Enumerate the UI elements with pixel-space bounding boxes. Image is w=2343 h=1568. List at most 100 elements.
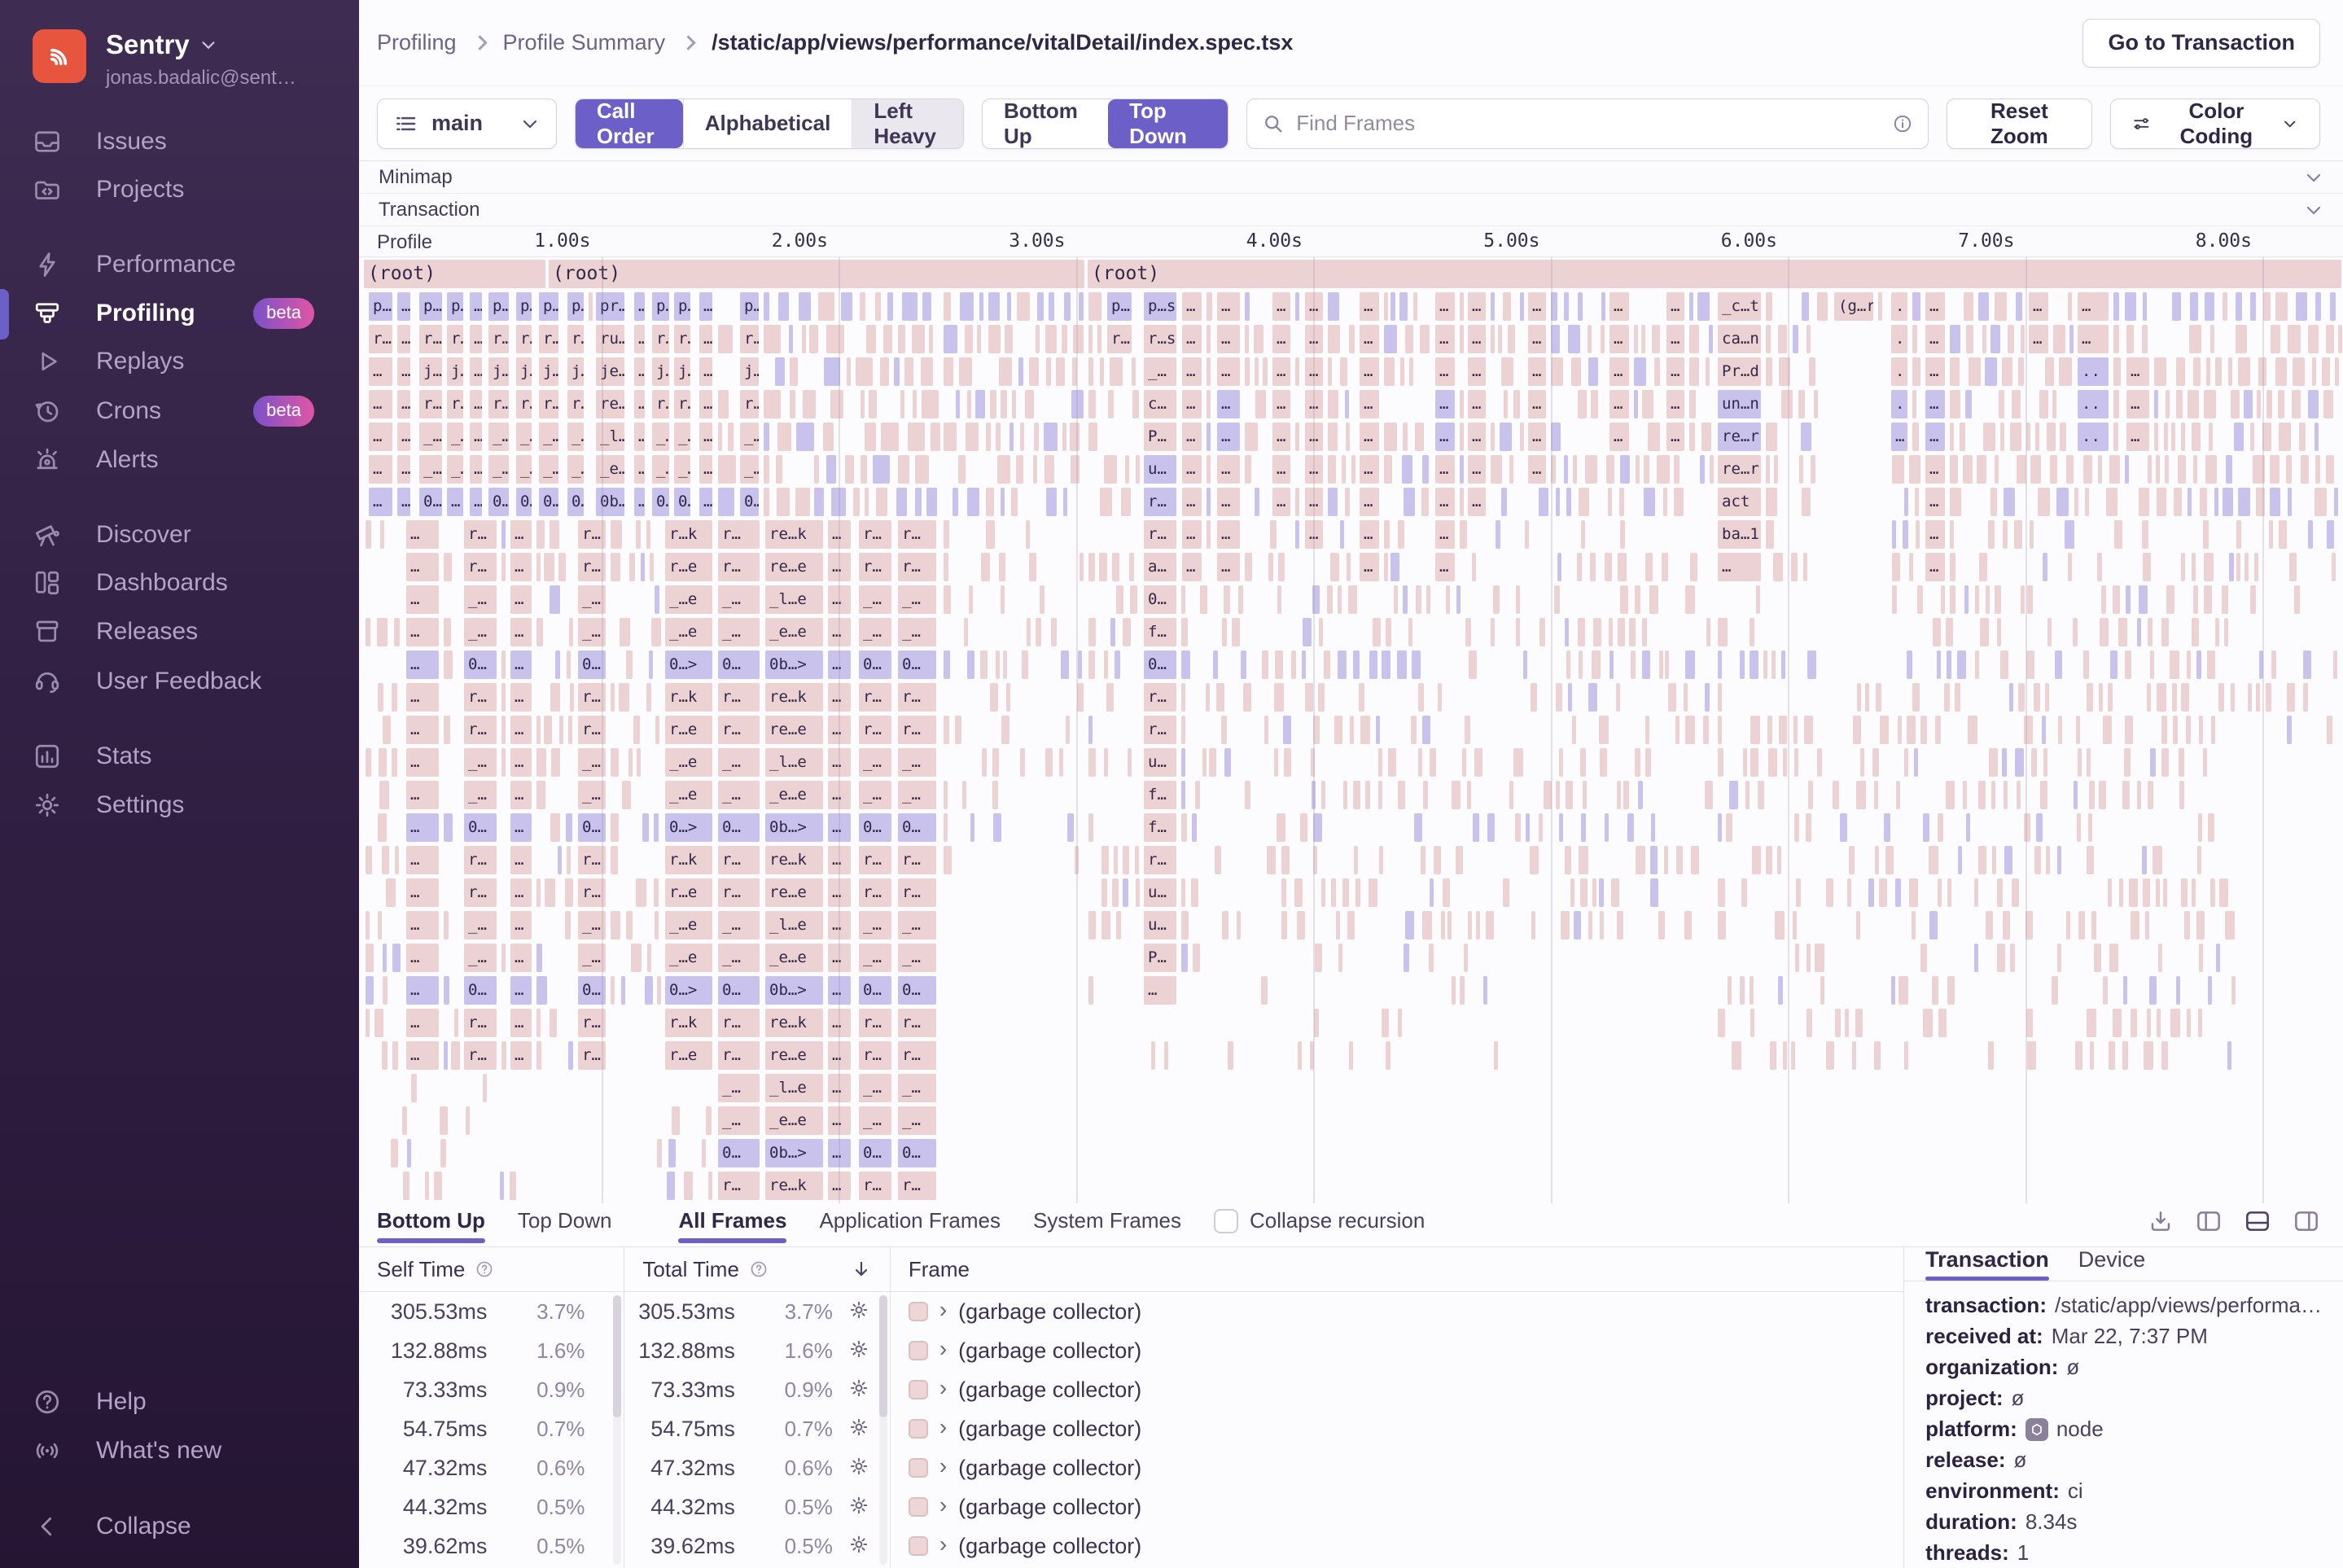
flame-frame[interactable]: 0… — [1144, 585, 1176, 614]
flame-frame[interactable] — [1397, 650, 1407, 679]
flame-frame[interactable]: … — [1925, 390, 1945, 418]
flame-frame[interactable] — [2144, 1041, 2153, 1070]
flame-frame[interactable] — [1359, 683, 1364, 712]
flame-frame[interactable] — [967, 650, 974, 679]
flame-frame[interactable] — [1465, 716, 1470, 744]
flame-frame[interactable] — [1617, 911, 1623, 939]
flame-frame[interactable] — [1995, 455, 1999, 484]
flame-frame[interactable] — [1324, 650, 1331, 679]
flame-frame[interactable] — [1783, 748, 1787, 777]
flame-frame[interactable] — [708, 1172, 712, 1200]
flame-frame[interactable] — [1349, 325, 1354, 353]
flame-frame[interactable] — [394, 618, 400, 646]
flame-frame[interactable] — [641, 553, 645, 581]
flame-frame[interactable] — [366, 1009, 370, 1037]
flame-frame[interactable] — [2100, 618, 2109, 646]
flame-frame[interactable] — [1394, 585, 1398, 614]
flame-frame[interactable] — [1539, 618, 1545, 646]
flame-frame[interactable] — [1689, 423, 1695, 451]
flame-frame[interactable] — [1950, 585, 1955, 614]
flame-frame[interactable] — [2192, 878, 2196, 907]
flame-frame[interactable] — [2008, 325, 2014, 353]
table-row[interactable]: ›(garbage collector) — [891, 1292, 1903, 1331]
flame-frame[interactable] — [1573, 455, 1577, 484]
flame-frame[interactable]: … — [510, 878, 532, 907]
flame-frame[interactable] — [1523, 650, 1527, 679]
flame-frame[interactable] — [2236, 325, 2247, 353]
flame-frame[interactable] — [2090, 1041, 2094, 1070]
flame-frame[interactable] — [2056, 488, 2069, 516]
flame-frame[interactable] — [2279, 520, 2286, 549]
flame-frame[interactable] — [1578, 618, 1586, 646]
flame-frame[interactable] — [1659, 650, 1663, 679]
flame-frame[interactable] — [1046, 488, 1057, 516]
flame-frame[interactable]: … — [369, 455, 392, 484]
flame-frame[interactable] — [2108, 878, 2112, 907]
flame-frame[interactable] — [2098, 455, 2102, 484]
flame-frame[interactable] — [1588, 357, 1597, 386]
flame-frame[interactable]: r… — [1144, 683, 1176, 712]
flame-frame[interactable] — [1005, 325, 1013, 353]
flame-frame[interactable]: … — [634, 325, 645, 353]
flame-frame[interactable]: 0… — [718, 976, 760, 1005]
flame-frame[interactable] — [1766, 325, 1771, 353]
flame-frame[interactable] — [1516, 618, 1520, 646]
flame-frame[interactable]: … — [1360, 488, 1379, 516]
flame-frame[interactable] — [1750, 748, 1758, 777]
flame-frame[interactable]: _… — [859, 911, 891, 939]
flame-frame[interactable]: r… — [859, 553, 891, 581]
flame-frame[interactable] — [1804, 716, 1813, 744]
flame-frame[interactable]: r… — [464, 716, 497, 744]
flame-frame[interactable] — [611, 520, 622, 549]
flame-frame[interactable]: … — [699, 390, 712, 418]
flame-frame[interactable] — [1460, 520, 1467, 549]
flame-frame[interactable] — [1245, 292, 1250, 321]
flame-frame[interactable] — [1798, 390, 1804, 418]
flame-frame[interactable] — [1766, 488, 1777, 516]
flame-frame[interactable] — [1460, 325, 1464, 353]
gear-icon[interactable] — [848, 1299, 869, 1321]
flame-frame[interactable] — [2126, 585, 2130, 614]
flame-frame[interactable] — [567, 650, 571, 679]
flame-frame[interactable] — [1314, 1009, 1319, 1037]
flame-frame[interactable] — [1909, 455, 1920, 484]
flame-frame[interactable] — [2089, 781, 2094, 809]
flame-frame[interactable] — [1947, 976, 1955, 1005]
flame-frame[interactable]: … — [1217, 325, 1240, 353]
flame-frame[interactable] — [1912, 325, 1917, 353]
tab-device[interactable]: Device — [2078, 1247, 2146, 1281]
flame-frame[interactable] — [366, 846, 372, 874]
flame-frame[interactable] — [1469, 650, 1477, 679]
flame-frame[interactable] — [1263, 357, 1268, 386]
flame-frame[interactable] — [1750, 650, 1758, 679]
flame-frame[interactable] — [1571, 357, 1581, 386]
flame-frame[interactable] — [2148, 618, 2152, 646]
flame-frame[interactable] — [959, 357, 972, 386]
flame-frame[interactable] — [1029, 553, 1036, 581]
flame-frame[interactable] — [2078, 911, 2085, 939]
flame-frame[interactable] — [1020, 423, 1024, 451]
flame-frame[interactable] — [570, 683, 574, 712]
flame-frame[interactable] — [2301, 455, 2309, 484]
flame-frame[interactable] — [1875, 846, 1879, 874]
flame-frame[interactable] — [2196, 650, 2201, 679]
flame-frame[interactable] — [2113, 423, 2118, 451]
flame-frame[interactable]: r… — [740, 390, 759, 418]
flame-frame[interactable]: c… — [1144, 390, 1176, 418]
flame-frame[interactable] — [2131, 911, 2139, 939]
flame-frame[interactable] — [915, 455, 929, 484]
flame-frame[interactable]: … — [1528, 292, 1546, 321]
flame-frame[interactable] — [2192, 423, 2201, 451]
flame-frame[interactable] — [1277, 813, 1285, 842]
go-to-transaction-button[interactable]: Go to Transaction — [2082, 19, 2320, 68]
flame-frame[interactable] — [1064, 292, 1071, 321]
flame-frame[interactable] — [1088, 650, 1095, 679]
flame-frame[interactable] — [2204, 390, 2216, 418]
flame-frame[interactable] — [1599, 878, 1604, 907]
flame-frame[interactable]: _… — [464, 944, 497, 972]
flame-frame[interactable] — [2046, 846, 2051, 874]
flame-frame[interactable] — [2199, 944, 2203, 972]
flame-frame[interactable] — [1088, 357, 1093, 386]
flame-frame[interactable]: _e…e — [596, 455, 624, 484]
flame-frame[interactable] — [1904, 1041, 1908, 1070]
